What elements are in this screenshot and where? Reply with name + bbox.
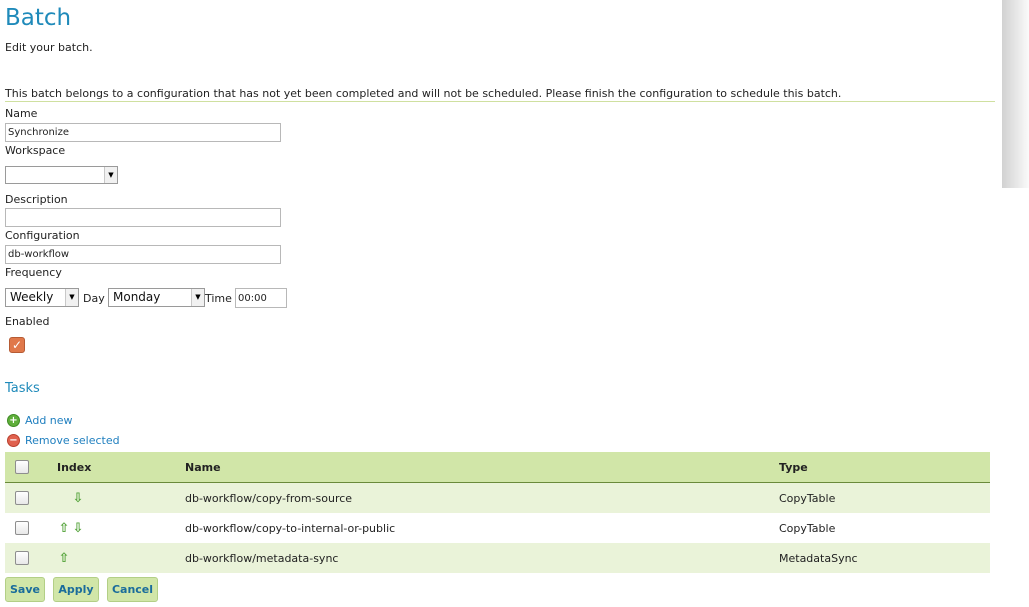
enabled-label: Enabled — [5, 315, 50, 328]
table-row: ⇧ db-workflow/metadata-sync MetadataSync — [5, 543, 990, 573]
workspace-label: Workspace — [5, 144, 66, 157]
window-edge-shadow — [1002, 0, 1029, 188]
row-checkbox-cell — [5, 543, 57, 573]
table-header-row: Index Name Type — [5, 452, 990, 483]
frequency-select-value: Weekly — [10, 290, 54, 304]
row-checkbox[interactable] — [15, 491, 29, 505]
chevron-down-icon: ▼ — [65, 289, 78, 306]
move-down-icon[interactable]: ⇩ — [71, 521, 85, 536]
add-task-link[interactable]: + Add new — [7, 414, 73, 427]
day-select[interactable]: Monday ▼ — [108, 288, 205, 307]
configuration-warning: This batch belongs to a configuration th… — [5, 87, 995, 102]
page-title: Batch — [5, 5, 72, 31]
apply-button[interactable]: Apply — [53, 577, 99, 602]
name-input[interactable] — [5, 123, 281, 142]
task-type: CopyTable — [779, 482, 990, 513]
frequency-label: Frequency — [5, 266, 62, 279]
column-header-name: Name — [185, 452, 779, 483]
index-cell: ⇧⇩ — [57, 513, 185, 543]
plus-circle-icon: + — [7, 414, 20, 427]
move-up-icon[interactable]: ⇧ — [57, 551, 71, 566]
day-select-value: Monday — [113, 290, 161, 304]
index-cell: ⇧ — [57, 543, 185, 573]
day-label: Day — [83, 292, 105, 305]
select-all-cell — [5, 452, 57, 483]
add-task-label: Add new — [25, 414, 73, 427]
move-down-icon[interactable]: ⇩ — [71, 491, 85, 506]
frequency-select[interactable]: Weekly ▼ — [5, 288, 79, 307]
configuration-label: Configuration — [5, 229, 80, 242]
tasks-section-title: Tasks — [5, 381, 40, 396]
task-name: db-workflow/metadata-sync — [185, 543, 779, 573]
task-type: CopyTable — [779, 513, 990, 543]
save-button[interactable]: Save — [5, 577, 45, 602]
chevron-down-icon: ▼ — [191, 289, 204, 306]
cancel-button[interactable]: Cancel — [107, 577, 158, 602]
task-name: db-workflow/copy-from-source — [185, 482, 779, 513]
row-checkbox-cell — [5, 513, 57, 543]
index-cell: ⇧⇩ — [57, 482, 185, 513]
move-up-icon[interactable]: ⇧ — [57, 521, 71, 536]
table-row: ⇧ ⇩ db-workflow/copy-to-internal-or-publi… — [5, 513, 990, 543]
time-input[interactable] — [235, 288, 287, 308]
description-input[interactable] — [5, 208, 281, 227]
task-type: MetadataSync — [779, 543, 990, 573]
table-row: ⇧⇩ db-workflow/copy-from-source CopyTabl… — [5, 482, 990, 513]
column-header-index: Index — [57, 452, 185, 483]
workspace-select[interactable]: ▼ — [5, 166, 118, 184]
select-all-checkbox[interactable] — [15, 460, 29, 474]
minus-circle-icon: − — [7, 434, 20, 447]
row-checkbox[interactable] — [15, 521, 29, 535]
column-header-type: Type — [779, 452, 990, 483]
row-checkbox[interactable] — [15, 551, 29, 565]
description-label: Description — [5, 193, 68, 206]
enabled-checkbox[interactable]: ✓ — [9, 337, 25, 353]
task-name: db-workflow/copy-to-internal-or-public — [185, 513, 779, 543]
tasks-table: Index Name Type ⇧⇩ db-workflow/copy-from… — [5, 452, 990, 573]
name-label: Name — [5, 107, 38, 120]
time-label: Time — [205, 292, 232, 305]
remove-selected-label: Remove selected — [25, 434, 120, 447]
configuration-input[interactable] — [5, 245, 281, 264]
remove-selected-link[interactable]: − Remove selected — [7, 434, 120, 447]
page-subtitle: Edit your batch. — [5, 41, 93, 54]
chevron-down-icon: ▼ — [104, 167, 117, 183]
row-checkbox-cell — [5, 482, 57, 513]
